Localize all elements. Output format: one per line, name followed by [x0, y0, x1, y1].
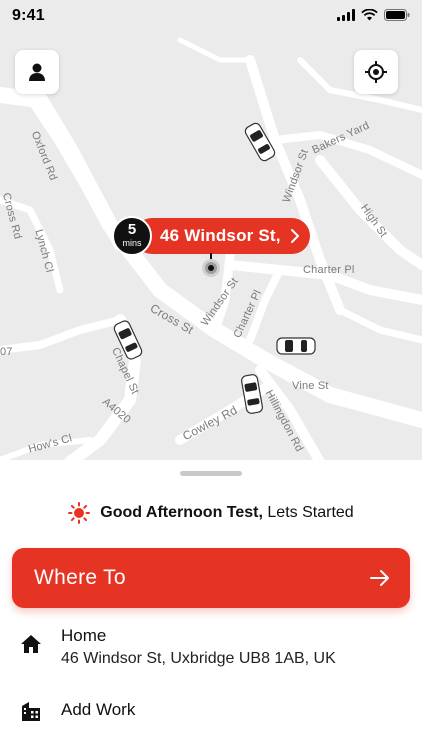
sun-icon [68, 502, 91, 524]
place-title: Home [61, 626, 107, 645]
greeting: Good Afternoon Test, Lets Started [0, 502, 422, 524]
where-to-label: Where To [34, 566, 126, 589]
bottom-sheet: Good Afternoon Test, Lets Started Where … [0, 460, 422, 750]
place-title: Add Work [61, 700, 136, 719]
status-bar: 9:41 [0, 0, 422, 32]
profile-button[interactable] [15, 50, 59, 94]
greeting-rest: Lets Started [267, 504, 354, 521]
place-subtitle: 46 Windsor St, Uxbridge UB8 1AB, UK [61, 650, 336, 667]
arrow-right-icon [370, 570, 389, 586]
wifi-icon [361, 9, 378, 21]
pickup-location-pill[interactable]: 5 mins 46 Windsor St, [112, 216, 312, 256]
eta-badge: 5 mins [112, 216, 152, 256]
drag-handle[interactable] [180, 471, 242, 476]
status-icons [337, 9, 410, 21]
car-icon [276, 337, 316, 355]
locate-me-button[interactable] [354, 50, 398, 94]
pickup-address: 46 Windsor St, [160, 226, 281, 245]
battery-icon [384, 9, 410, 21]
where-to-button[interactable]: Where To [12, 548, 410, 608]
location-pin [202, 259, 220, 277]
eta-unit: mins [122, 238, 142, 248]
road-label: 07 [0, 346, 13, 358]
signal-icon [337, 9, 355, 21]
road-label: Charter Pl [303, 264, 355, 276]
person-icon [29, 63, 45, 81]
crosshair-icon [365, 61, 387, 83]
greeting-bold: Good Afternoon Test, [100, 504, 263, 521]
greeting-text: Good Afternoon Test, Lets Started [100, 504, 353, 522]
status-time: 9:41 [12, 7, 45, 24]
place-row-home[interactable]: Home 46 Windsor St, Uxbridge UB8 1AB, UK [0, 624, 422, 674]
home-icon [21, 635, 41, 653]
road-label: Vine St [292, 380, 329, 392]
eta-value: 5 [127, 221, 137, 238]
map-view[interactable]: Oxford Rd Bakers Yard Windsor St High St… [0, 0, 422, 462]
place-row-add-work[interactable]: Add Work [0, 698, 422, 728]
chevron-right-icon [291, 229, 299, 243]
building-icon [22, 702, 40, 721]
